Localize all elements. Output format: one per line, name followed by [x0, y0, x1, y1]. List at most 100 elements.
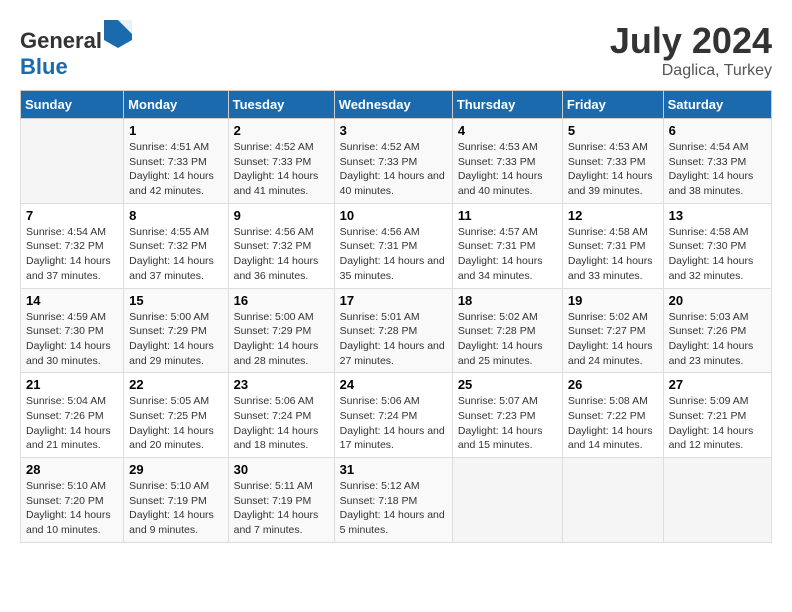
column-header-thursday: Thursday — [452, 91, 562, 119]
day-cell: 31Sunrise: 5:12 AMSunset: 7:18 PMDayligh… — [334, 458, 452, 543]
day-cell: 22 Sunrise: 5:05 AMSunset: 7:25 PMDayligh… — [124, 373, 228, 458]
day-number: 16 — [234, 293, 329, 308]
day-info: Sunrise: 4:54 AMSunset: 7:33 PMDaylight:… — [669, 140, 766, 199]
column-header-saturday: Saturday — [663, 91, 771, 119]
day-number: 2 — [234, 123, 329, 138]
page-subtitle: Daglica, Turkey — [610, 62, 772, 80]
day-number: 25 — [458, 377, 557, 392]
day-number: 18 — [458, 293, 557, 308]
day-number: 6 — [669, 123, 766, 138]
page-title: July 2024 — [610, 20, 772, 62]
day-cell: 3 Sunrise: 4:52 AMSunset: 7:33 PMDaylight… — [334, 119, 452, 204]
day-number: 4 — [458, 123, 557, 138]
day-number: 22 — [129, 377, 222, 392]
day-info: Sunrise: 4:57 AMSunset: 7:31 PMDaylight:… — [458, 225, 557, 284]
day-cell: 16 Sunrise: 5:00 AMSunset: 7:29 PMDayligh… — [228, 288, 334, 373]
day-info: Sunrise: 4:59 AMSunset: 7:30 PMDaylight:… — [26, 310, 118, 369]
day-number: 26 — [568, 377, 658, 392]
day-info: Sunrise: 4:54 AMSunset: 7:32 PMDaylight:… — [26, 225, 118, 284]
day-info: Sunrise: 4:58 AMSunset: 7:30 PMDaylight:… — [669, 225, 766, 284]
column-header-wednesday: Wednesday — [334, 91, 452, 119]
day-number: 1 — [129, 123, 222, 138]
day-cell: 4 Sunrise: 4:53 AMSunset: 7:33 PMDaylight… — [452, 119, 562, 204]
day-number: 30 — [234, 462, 329, 477]
day-info: Sunrise: 5:08 AMSunset: 7:22 PMDaylight:… — [568, 394, 658, 453]
logo-icon — [104, 20, 132, 48]
day-info: Sunrise: 5:05 AMSunset: 7:25 PMDaylight:… — [129, 394, 222, 453]
day-cell: 24Sunrise: 5:06 AMSunset: 7:24 PMDayligh… — [334, 373, 452, 458]
day-number: 11 — [458, 208, 557, 223]
day-number: 3 — [340, 123, 447, 138]
day-info: Sunrise: 5:10 AMSunset: 7:19 PMDaylight:… — [129, 479, 222, 538]
day-cell: 18Sunrise: 5:02 AMSunset: 7:28 PMDayligh… — [452, 288, 562, 373]
day-info: Sunrise: 4:53 AMSunset: 7:33 PMDaylight:… — [568, 140, 658, 199]
day-info: Sunrise: 5:06 AMSunset: 7:24 PMDaylight:… — [234, 394, 329, 453]
day-info: Sunrise: 4:52 AMSunset: 7:33 PMDaylight:… — [234, 140, 329, 199]
logo-blue: Blue — [20, 54, 68, 79]
logo-general: General — [20, 28, 102, 53]
day-number: 7 — [26, 208, 118, 223]
day-info: Sunrise: 5:11 AMSunset: 7:19 PMDaylight:… — [234, 479, 329, 538]
day-cell: 10 Sunrise: 4:56 AMSunset: 7:31 PMDayligh… — [334, 203, 452, 288]
day-info: Sunrise: 5:04 AMSunset: 7:26 PMDaylight:… — [26, 394, 118, 453]
title-block: July 2024 Daglica, Turkey — [610, 20, 772, 80]
day-cell: 29 Sunrise: 5:10 AMSunset: 7:19 PMDayligh… — [124, 458, 228, 543]
column-header-tuesday: Tuesday — [228, 91, 334, 119]
day-number: 15 — [129, 293, 222, 308]
day-info: Sunrise: 4:55 AMSunset: 7:32 PMDaylight:… — [129, 225, 222, 284]
day-cell: 15 Sunrise: 5:00 AMSunset: 7:29 PMDayligh… — [124, 288, 228, 373]
day-cell: 17Sunrise: 5:01 AMSunset: 7:28 PMDayligh… — [334, 288, 452, 373]
day-info: Sunrise: 5:02 AMSunset: 7:27 PMDaylight:… — [568, 310, 658, 369]
day-info: Sunrise: 5:00 AMSunset: 7:29 PMDaylight:… — [234, 310, 329, 369]
day-cell: 25 Sunrise: 5:07 AMSunset: 7:23 PMDayligh… — [452, 373, 562, 458]
day-cell: 20Sunrise: 5:03 AMSunset: 7:26 PMDayligh… — [663, 288, 771, 373]
day-number: 29 — [129, 462, 222, 477]
day-number: 27 — [669, 377, 766, 392]
day-info: Sunrise: 4:56 AMSunset: 7:32 PMDaylight:… — [234, 225, 329, 284]
week-row-2: 7 Sunrise: 4:54 AMSunset: 7:32 PMDaylight… — [21, 203, 772, 288]
page-header: General Blue July 2024 Daglica, Turkey — [20, 20, 772, 80]
day-info: Sunrise: 4:58 AMSunset: 7:31 PMDaylight:… — [568, 225, 658, 284]
day-number: 23 — [234, 377, 329, 392]
week-row-5: 28Sunrise: 5:10 AMSunset: 7:20 PMDayligh… — [21, 458, 772, 543]
day-number: 9 — [234, 208, 329, 223]
day-number: 31 — [340, 462, 447, 477]
day-info: Sunrise: 4:53 AMSunset: 7:33 PMDaylight:… — [458, 140, 557, 199]
day-cell: 2 Sunrise: 4:52 AMSunset: 7:33 PMDaylight… — [228, 119, 334, 204]
day-info: Sunrise: 5:03 AMSunset: 7:26 PMDaylight:… — [669, 310, 766, 369]
day-cell: 19 Sunrise: 5:02 AMSunset: 7:27 PMDayligh… — [562, 288, 663, 373]
day-info: Sunrise: 5:09 AMSunset: 7:21 PMDaylight:… — [669, 394, 766, 453]
day-cell: 30 Sunrise: 5:11 AMSunset: 7:19 PMDayligh… — [228, 458, 334, 543]
day-info: Sunrise: 4:56 AMSunset: 7:31 PMDaylight:… — [340, 225, 447, 284]
day-number: 5 — [568, 123, 658, 138]
day-cell: 9 Sunrise: 4:56 AMSunset: 7:32 PMDaylight… — [228, 203, 334, 288]
day-info: Sunrise: 5:00 AMSunset: 7:29 PMDaylight:… — [129, 310, 222, 369]
day-cell: 8Sunrise: 4:55 AMSunset: 7:32 PMDaylight… — [124, 203, 228, 288]
column-header-sunday: Sunday — [21, 91, 124, 119]
week-row-4: 21 Sunrise: 5:04 AMSunset: 7:26 PMDayligh… — [21, 373, 772, 458]
day-cell: 6 Sunrise: 4:54 AMSunset: 7:33 PMDaylight… — [663, 119, 771, 204]
logo: General Blue — [20, 20, 132, 80]
day-cell: 12 Sunrise: 4:58 AMSunset: 7:31 PMDayligh… — [562, 203, 663, 288]
day-number: 10 — [340, 208, 447, 223]
day-cell — [452, 458, 562, 543]
header-row: SundayMondayTuesdayWednesdayThursdayFrid… — [21, 91, 772, 119]
day-cell: 23 Sunrise: 5:06 AMSunset: 7:24 PMDayligh… — [228, 373, 334, 458]
day-number: 24 — [340, 377, 447, 392]
calendar-table: SundayMondayTuesdayWednesdayThursdayFrid… — [20, 90, 772, 543]
day-cell: 27 Sunrise: 5:09 AMSunset: 7:21 PMDayligh… — [663, 373, 771, 458]
day-number: 19 — [568, 293, 658, 308]
day-number: 21 — [26, 377, 118, 392]
day-info: Sunrise: 5:01 AMSunset: 7:28 PMDaylight:… — [340, 310, 447, 369]
day-number: 13 — [669, 208, 766, 223]
day-info: Sunrise: 5:07 AMSunset: 7:23 PMDaylight:… — [458, 394, 557, 453]
day-number: 12 — [568, 208, 658, 223]
day-number: 28 — [26, 462, 118, 477]
day-cell: 5 Sunrise: 4:53 AMSunset: 7:33 PMDaylight… — [562, 119, 663, 204]
day-info: Sunrise: 4:52 AMSunset: 7:33 PMDaylight:… — [340, 140, 447, 199]
calendar-body: 1Sunrise: 4:51 AMSunset: 7:33 PMDaylight… — [21, 119, 772, 543]
day-cell: 11 Sunrise: 4:57 AMSunset: 7:31 PMDayligh… — [452, 203, 562, 288]
logo-text: General Blue — [20, 20, 132, 80]
day-cell: 7 Sunrise: 4:54 AMSunset: 7:32 PMDaylight… — [21, 203, 124, 288]
week-row-1: 1Sunrise: 4:51 AMSunset: 7:33 PMDaylight… — [21, 119, 772, 204]
